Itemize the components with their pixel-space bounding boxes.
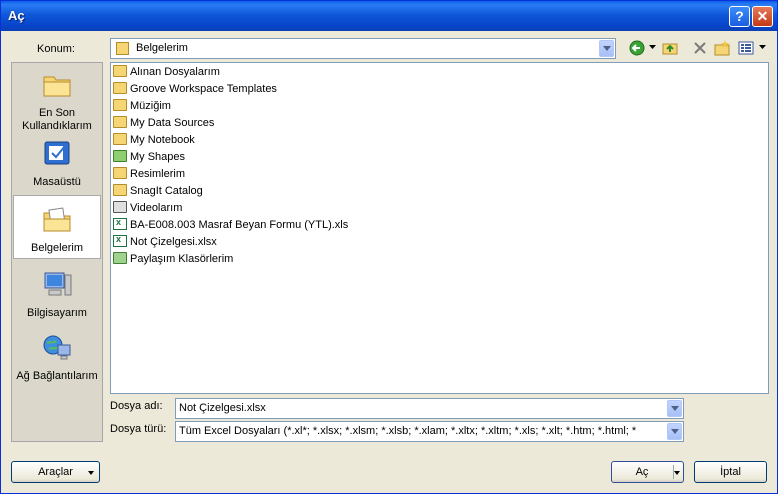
help-button[interactable]: ? [729, 6, 750, 27]
music-folder-icon [113, 99, 127, 112]
list-item[interactable]: Groove Workspace Templates [113, 82, 277, 100]
places-bar: En Son Kullandıklarım Masaüstü Belgeleri… [11, 62, 103, 442]
list-item[interactable]: SnagIt Catalog [113, 184, 203, 202]
list-item[interactable]: BA-E008.003 Masraf Beyan Formu (YTL).xls [113, 217, 348, 236]
network-icon [43, 335, 71, 360]
file-list[interactable]: Alınan Dosyalarım Groove Workspace Templ… [110, 62, 769, 394]
filetype-select[interactable]: Tüm Excel Dosyaları (*.xl*; *.xlsx; *.xl… [175, 421, 684, 442]
chevron-down-icon[interactable] [667, 423, 682, 440]
close-button[interactable]: ✕ [752, 6, 773, 27]
place-my-documents[interactable]: Belgelerim [13, 195, 101, 259]
location-label: Konum: [37, 43, 75, 55]
list-item[interactable]: Paylaşım Klasörlerim [113, 252, 233, 270]
delete-icon[interactable] [691, 39, 709, 57]
back-dropdown-icon[interactable] [649, 45, 656, 50]
title-bar[interactable]: Aç ? ✕ [1, 1, 777, 31]
place-label: Masaüstü [33, 176, 81, 188]
cancel-button[interactable]: İptal [694, 461, 767, 483]
views-icon[interactable] [737, 39, 755, 57]
recent-folder-icon [43, 76, 71, 97]
excel-file-icon [113, 217, 127, 231]
list-item[interactable]: Videolarım [113, 201, 182, 219]
filetype-label: Dosya türü: [110, 423, 167, 435]
folder-icon [113, 184, 127, 197]
tools-label: Araçlar [38, 466, 73, 478]
place-my-computer[interactable]: Bilgisayarım [13, 269, 101, 321]
location-value: Belgelerim [136, 42, 188, 54]
list-item[interactable]: My Data Sources [113, 116, 214, 134]
location-combo[interactable]: Belgelerim [110, 38, 616, 59]
new-folder-icon[interactable] [713, 39, 731, 57]
folder-icon [113, 82, 127, 95]
open-dialog: Aç ? ✕ Konum: Belgelerim En Son Kullandı… [0, 0, 778, 494]
views-dropdown-icon[interactable] [759, 45, 766, 50]
my-documents-icon [116, 42, 129, 55]
list-item[interactable]: Resimlerim [113, 167, 185, 185]
cancel-label: İptal [720, 466, 741, 478]
folder-icon [113, 133, 127, 146]
desktop-icon [44, 141, 70, 165]
chevron-down-icon[interactable] [674, 471, 680, 475]
open-label: Aç [635, 466, 649, 478]
chevron-down-icon[interactable] [599, 40, 614, 57]
my-documents-icon [43, 207, 71, 232]
filename-input[interactable]: Not Çizelgesi.xlsx [175, 398, 684, 419]
my-computer-icon [44, 272, 72, 296]
place-desktop[interactable]: Masaüstü [13, 138, 101, 190]
list-item[interactable]: My Shapes [113, 150, 185, 168]
filename-label: Dosya adı: [110, 400, 163, 412]
list-item[interactable]: My Notebook [113, 133, 195, 151]
dialog-title: Aç [8, 8, 25, 23]
filetype-value: Tüm Excel Dosyaları (*.xl*; *.xlsx; *.xl… [179, 425, 637, 437]
back-icon[interactable] [629, 39, 647, 57]
list-item[interactable]: Alınan Dosyalarım [113, 65, 220, 83]
up-folder-icon[interactable] [661, 39, 679, 57]
place-label: Belgelerim [31, 242, 83, 254]
place-label: Bilgisayarım [27, 307, 87, 319]
place-recent[interactable]: En Son Kullandıklarım [13, 69, 101, 132]
videos-folder-icon [113, 201, 127, 214]
open-button[interactable]: Aç [611, 461, 684, 483]
folder-icon [113, 65, 127, 78]
tools-button[interactable]: Araçlar [11, 461, 100, 483]
data-sources-folder-icon [113, 116, 127, 129]
place-network[interactable]: Ağ Bağlantılarım [13, 332, 101, 384]
excel-file-icon [113, 234, 127, 248]
place-label: En Son Kullandıklarım [22, 107, 92, 132]
list-item[interactable]: Not Çizelgesi.xlsx [113, 234, 217, 253]
filename-value: Not Çizelgesi.xlsx [179, 402, 266, 414]
list-item[interactable]: Müziğim [113, 99, 171, 117]
chevron-down-icon[interactable] [667, 400, 682, 417]
shapes-folder-icon [113, 150, 127, 163]
place-label: Ağ Bağlantılarım [16, 370, 98, 382]
chevron-down-icon [88, 471, 94, 475]
pictures-folder-icon [113, 167, 127, 180]
shared-folder-icon [113, 252, 127, 265]
